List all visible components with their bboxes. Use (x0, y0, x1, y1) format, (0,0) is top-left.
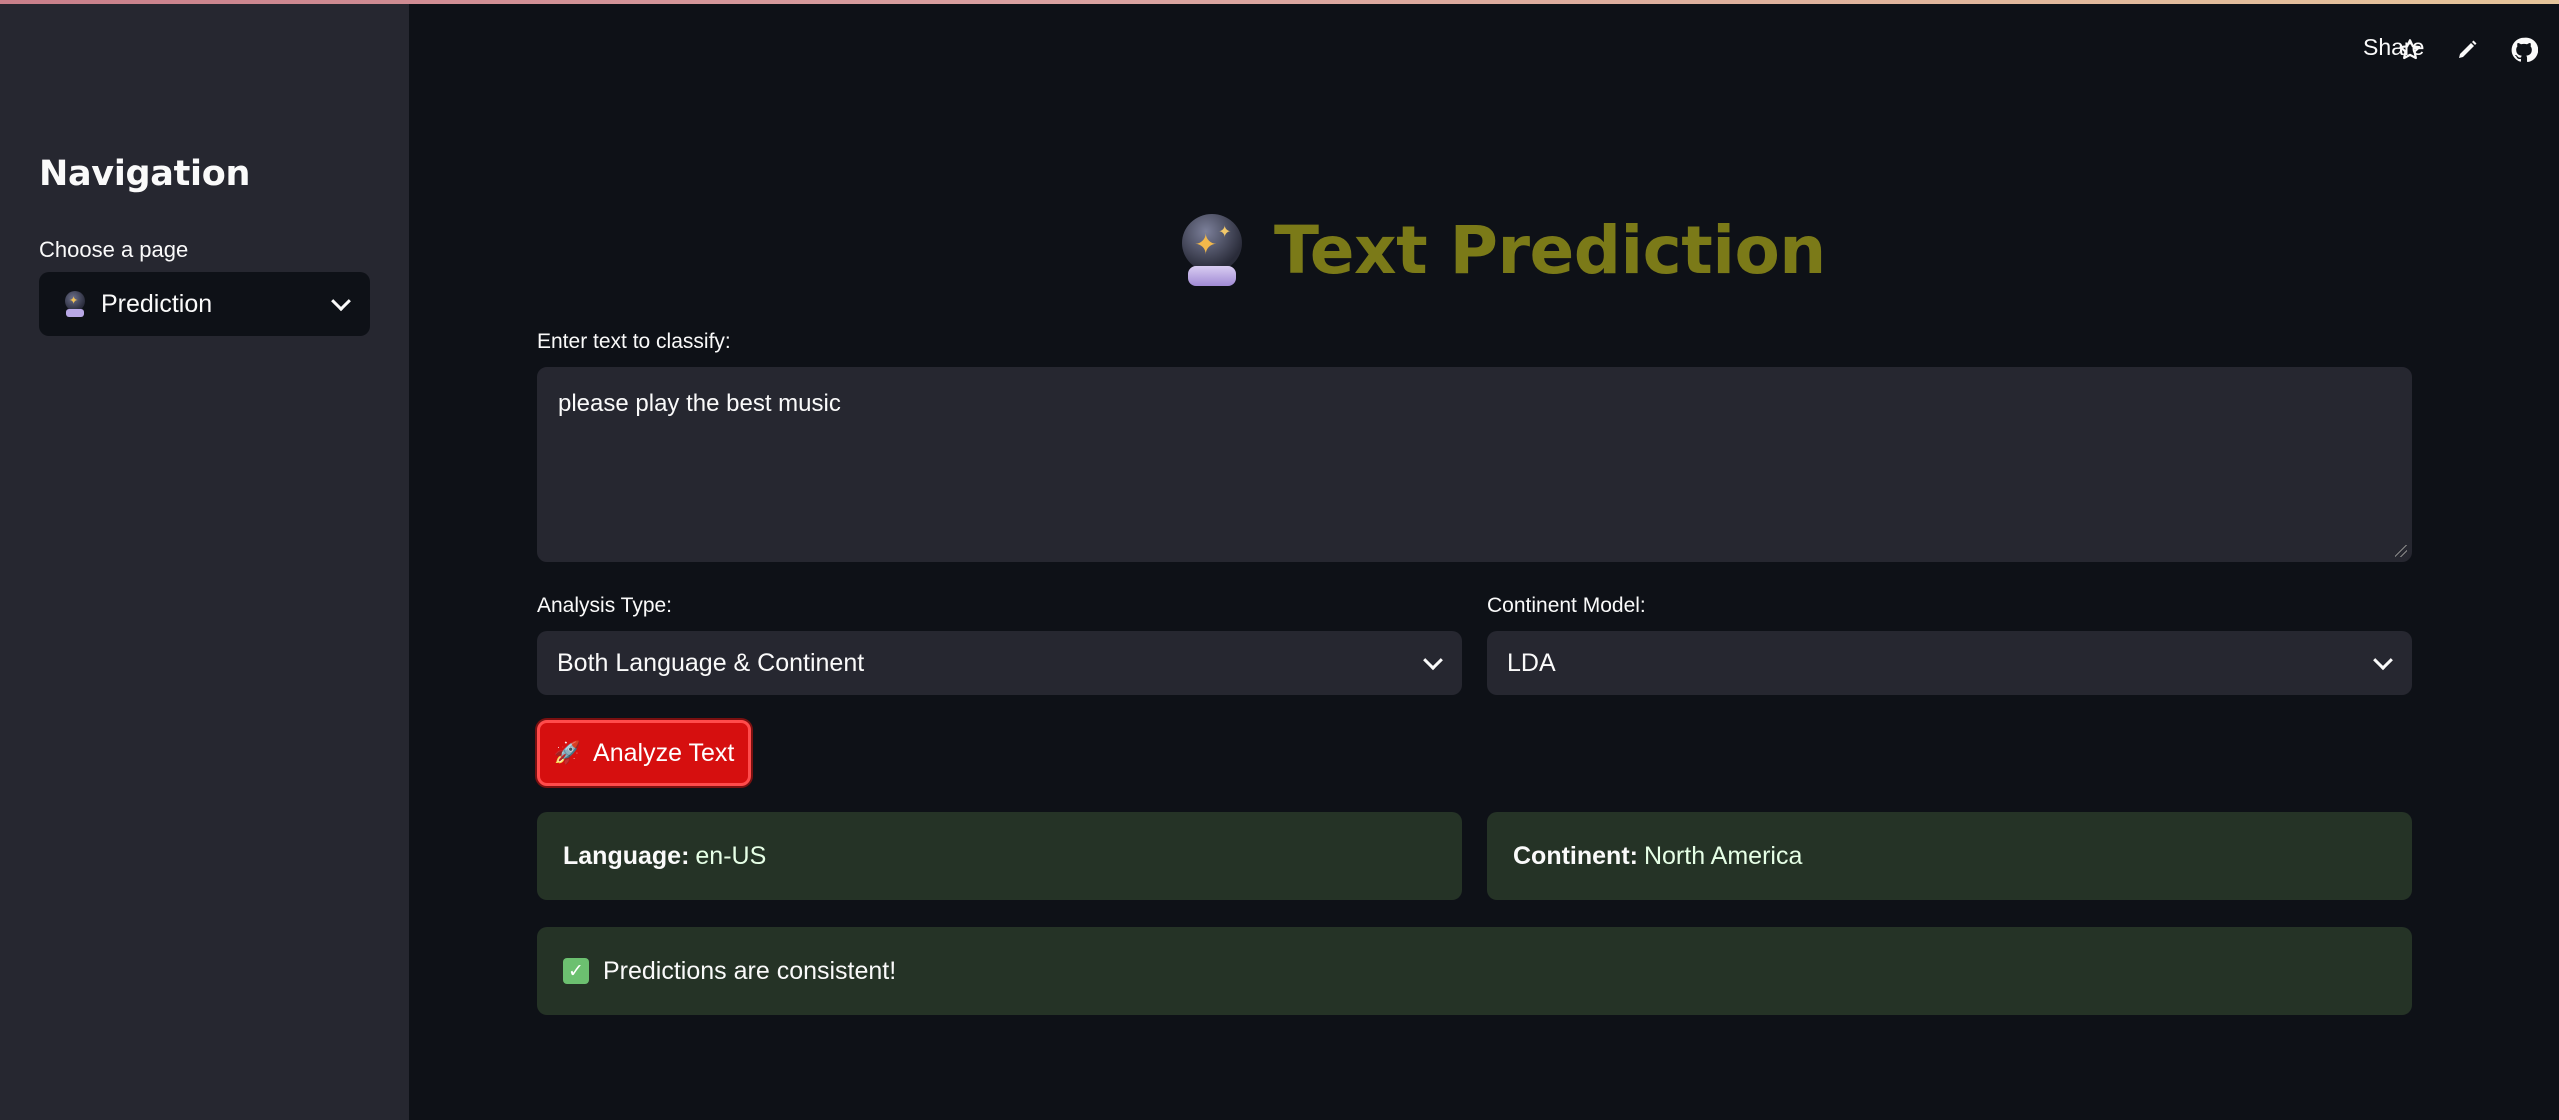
page-title: ✦ ✦ Text Prediction (1180, 210, 1826, 290)
language-result: Language: en-US (537, 812, 1462, 900)
crystal-ball-icon: ✦ (63, 291, 87, 317)
github-icon[interactable] (2510, 36, 2538, 64)
check-mark-icon: ✓ (563, 958, 589, 984)
language-result-value: en-US (695, 841, 767, 870)
sidebar-heading: Navigation (39, 154, 251, 194)
chevron-down-icon (2373, 650, 2393, 671)
resize-handle-icon[interactable] (2395, 545, 2407, 557)
continent-model-label: Continent Model: (1487, 594, 1646, 617)
analysis-type-value: Both Language & Continent (557, 648, 865, 677)
continent-model-value: LDA (1507, 648, 1556, 677)
analyze-button-label: Analyze Text (593, 738, 735, 767)
rocket-icon: 🚀 (553, 740, 582, 765)
continent-result: Continent: North America (1487, 812, 2412, 900)
text-input[interactable]: please play the best music (537, 367, 2412, 562)
page-select-label: Choose a page (39, 237, 189, 262)
continent-model-select[interactable]: LDA (1487, 631, 2412, 695)
analysis-type-label: Analysis Type: (537, 594, 673, 617)
chevron-down-icon (1423, 650, 1443, 671)
more-vert-icon[interactable] (2553, 36, 2559, 64)
sidebar: Navigation Choose a page ✦ Prediction (0, 4, 409, 1120)
continent-result-value: North America (1643, 841, 1803, 870)
consistency-message: Predictions are consistent! (603, 956, 897, 985)
edit-pencil-icon[interactable] (2453, 36, 2481, 64)
analysis-type-select[interactable]: Both Language & Continent (537, 631, 1462, 695)
continent-result-label: Continent: (1513, 841, 1638, 870)
consistency-alert: ✓ Predictions are consistent! (537, 927, 2412, 1015)
text-input-value: please play the best music (558, 390, 841, 417)
page-title-text: Text Prediction (1274, 211, 1826, 289)
crystal-ball-icon: ✦ ✦ (1180, 214, 1244, 286)
text-input-label: Enter text to classify: (537, 330, 731, 353)
analyze-text-button[interactable]: 🚀 Analyze Text (537, 720, 751, 786)
language-result-label: Language: (563, 841, 690, 870)
star-icon[interactable] (2396, 36, 2424, 64)
page-select[interactable]: ✦ Prediction (39, 272, 370, 336)
chevron-down-icon (331, 291, 351, 312)
page-select-value: Prediction (101, 289, 213, 318)
